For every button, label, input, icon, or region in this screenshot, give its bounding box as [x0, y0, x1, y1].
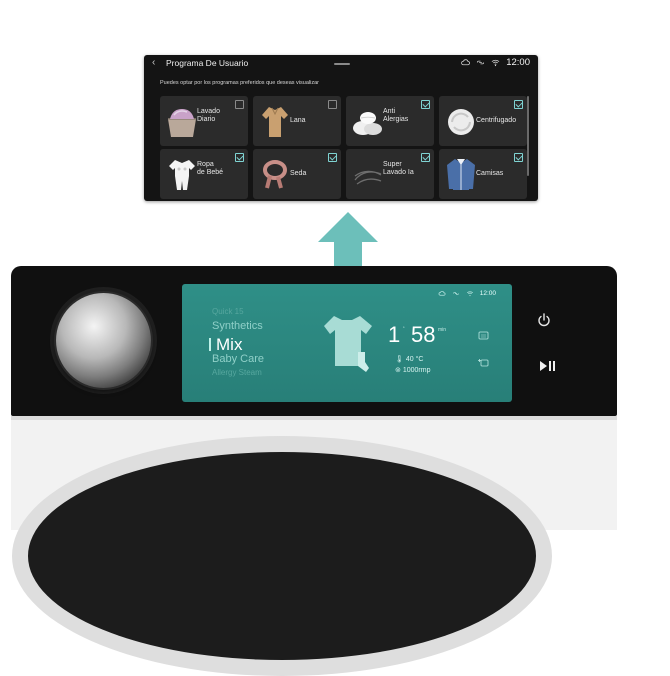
program-option[interactable]: Allergy Steam — [212, 368, 262, 377]
towels-icon — [353, 112, 382, 135]
program-option[interactable]: Synthetics — [212, 320, 263, 332]
wool-sweater-icon — [262, 107, 288, 137]
program-label: Seda — [290, 170, 307, 177]
time-remaining-hours: 1 — [388, 322, 401, 347]
wifi-icon — [466, 291, 473, 297]
spin-clothes-icon — [448, 109, 474, 135]
display-status-bar: 12:00 — [438, 290, 496, 297]
spin-icon: ⊚ — [395, 367, 401, 374]
spin-readout: ⊚ 1000rmp — [395, 366, 430, 374]
washer-door[interactable] — [12, 436, 552, 676]
program-label: Super Lavado Ia — [383, 161, 414, 176]
program-label: Anti Alergias — [383, 108, 409, 123]
checkbox-checked[interactable] — [421, 100, 430, 109]
status-bar: 12:00 — [461, 57, 530, 68]
back-chevron-icon[interactable]: ‹ — [152, 57, 155, 68]
program-label: Lavado Diario — [197, 108, 220, 123]
program-tile-centrifugado[interactable]: Centrifugado — [439, 96, 527, 146]
towels-basket-icon — [168, 109, 196, 137]
shirt-icon — [447, 159, 475, 190]
baby-clothes-icon — [169, 160, 195, 190]
program-tile-lana[interactable]: Lana — [253, 96, 341, 146]
program-tile-anti-alergias[interactable]: Anti Alergias — [346, 96, 434, 146]
steam-option-icon[interactable] — [478, 331, 489, 340]
program-tile-seda[interactable]: Seda — [253, 149, 341, 199]
program-label: Lana — [290, 117, 306, 124]
power-icon[interactable] — [536, 312, 552, 328]
timer-separator: ˚ — [403, 327, 405, 333]
silk-scarf-icon — [263, 160, 287, 189]
selection-indicator — [209, 338, 211, 351]
washer-display[interactable]: 12:00 Quick 15 Synthetics Mix Baby Care … — [182, 284, 512, 402]
cloud-icon — [438, 290, 446, 296]
program-settings-screen: ‹ Programa De Usuario 12:00 Puedes optar… — [144, 55, 538, 201]
program-label: Camisas — [476, 170, 504, 177]
checkbox-unchecked[interactable] — [235, 100, 244, 109]
program-dial[interactable] — [56, 293, 151, 388]
timer-unit: min — [438, 327, 447, 333]
add-option-icon[interactable] — [478, 358, 489, 367]
cloud-icon — [461, 59, 471, 66]
temperature-value: 40 °C — [405, 356, 424, 363]
link-icon — [452, 292, 459, 295]
checkbox-checked[interactable] — [328, 153, 337, 162]
checkbox-unchecked[interactable] — [328, 100, 337, 109]
program-tile-lavado-diario[interactable]: Lavado Diario — [160, 96, 248, 146]
program-tile-camisas[interactable]: Camisas — [439, 149, 527, 199]
drag-handle[interactable] — [334, 63, 350, 65]
program-option[interactable]: Quick 15 — [212, 307, 244, 316]
program-grid: Lavado Diario Lana Anti Alergias Centrif… — [160, 96, 528, 199]
screen-header: ‹ Programa De Usuario 12:00 — [144, 55, 538, 73]
checkbox-checked[interactable] — [514, 153, 523, 162]
checkbox-checked[interactable] — [514, 100, 523, 109]
checkbox-checked[interactable] — [421, 153, 430, 162]
screen-instructions: Puedes optar por los programas preferido… — [160, 80, 319, 86]
screen-title: Programa De Usuario — [166, 58, 249, 68]
link-icon — [477, 60, 485, 65]
selected-program[interactable]: Mix — [216, 335, 242, 355]
checkbox-checked[interactable] — [235, 153, 244, 162]
play-pause-icon[interactable] — [538, 359, 556, 373]
scrollbar[interactable] — [527, 96, 529, 176]
program-tile-super-lavado-ia[interactable]: Super Lavado Ia — [346, 149, 434, 199]
program-option[interactable]: Baby Care — [212, 353, 264, 365]
spin-value: 1000rmp — [402, 367, 431, 374]
tshirt-sock-icon — [324, 316, 372, 372]
swirl-icon — [354, 170, 382, 185]
time-remaining-minutes: 58 — [411, 322, 436, 347]
panel-divider — [11, 416, 617, 420]
display-clock: 12:00 — [479, 290, 496, 297]
clock-time: 12:00 — [506, 57, 530, 68]
thermometer-icon: 🌡︎ — [395, 356, 404, 363]
program-label: Centrifugado — [476, 117, 517, 124]
temperature-readout: 🌡︎ 40 °C — [395, 355, 423, 363]
wifi-icon — [491, 59, 500, 67]
program-label: Ropa de Bebé — [197, 161, 224, 176]
program-tile-ropa-de-bebe[interactable]: Ropa de Bebé — [160, 149, 248, 199]
